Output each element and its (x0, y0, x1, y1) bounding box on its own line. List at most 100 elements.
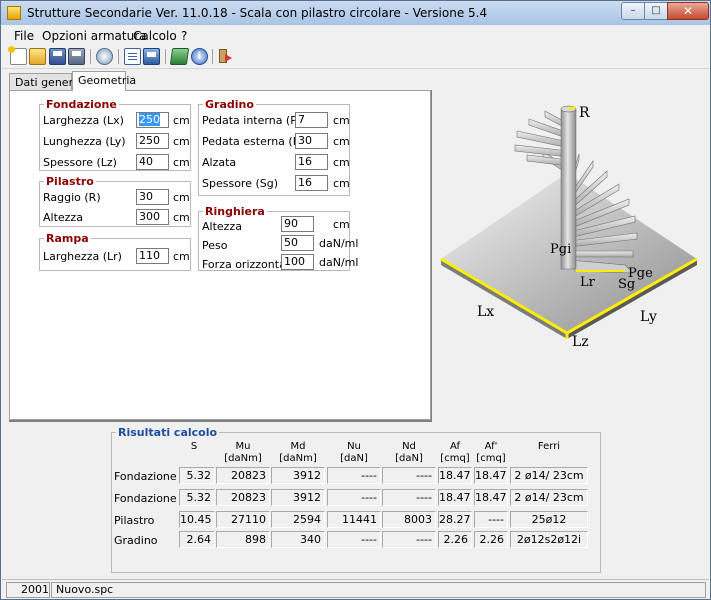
open-icon[interactable] (29, 48, 46, 65)
toolbar: i (2, 46, 709, 69)
close-button[interactable]: ✕ (667, 2, 709, 20)
result-cell: 8003 (382, 511, 436, 528)
pedata-esterna-field[interactable]: 30 (295, 133, 328, 149)
report-icon[interactable] (124, 48, 141, 65)
header-s: S (190, 441, 198, 452)
result-cell: 2 ø14/ 23cm (510, 467, 588, 484)
title-bar[interactable]: Strutture Secondarie Ver. 11.0.18 - Scal… (1, 1, 710, 25)
tab-dati-generali[interactable]: Dati generali (9, 73, 86, 91)
pedata-interna-field[interactable]: 7 (295, 112, 328, 128)
toolbar-separator (165, 49, 166, 64)
header-ferri: Ferri (537, 441, 561, 452)
spessore-sg-label: Spessore (Sg) (202, 177, 279, 190)
result-cell: 10.45 (179, 511, 215, 528)
larghezza-lr-field[interactable]: 110 (136, 248, 169, 264)
result-cell: 898 (216, 531, 270, 548)
panel-shadow (9, 420, 432, 422)
altezza-ringhiera-field[interactable]: 90 (281, 216, 314, 232)
altezza-pilastro-label: Altezza (43, 211, 83, 224)
toolbar-separator (212, 49, 213, 64)
print-preview-icon[interactable] (143, 48, 160, 65)
result-cell: ---- (382, 467, 436, 484)
label-r: R (579, 105, 590, 121)
book-icon[interactable] (169, 48, 190, 65)
spessore-lz-label: Spessore (Lz) (43, 156, 117, 169)
header-mu: Mu (235, 441, 251, 452)
larghezza-lx-field[interactable]: 250 (136, 112, 169, 128)
result-cell: ---- (327, 467, 381, 484)
altezza-ringhiera-label: Altezza (202, 220, 242, 233)
result-cell: 20823 (216, 489, 270, 506)
new-icon[interactable] (8, 46, 27, 65)
result-cell: 18.47 (438, 489, 472, 506)
status-filename: Nuovo.spc (51, 582, 706, 598)
status-bar: 2001 Nuovo.spc (2, 579, 709, 599)
window-title: Strutture Secondarie Ver. 11.0.18 - Scal… (27, 6, 488, 20)
app-window: Strutture Secondarie Ver. 11.0.18 - Scal… (0, 0, 711, 600)
label-lr: Lr (580, 275, 596, 290)
row-label-fondazione-x: Fondazione X (114, 470, 188, 483)
larghezza-lr-label: Larghezza (Lr) (43, 250, 122, 263)
result-cell: ---- (382, 531, 436, 548)
header-nu-unit: [daN] (340, 453, 368, 464)
app-icon (7, 6, 21, 20)
result-cell: 25ø12 (510, 511, 588, 528)
row-label-fondazione-y: Fondazione Y (114, 492, 187, 505)
label-sg: Sg (618, 277, 635, 292)
pilastro-title: Pilastro (44, 175, 96, 188)
fondazione-title: Fondazione (44, 98, 119, 111)
result-cell: 20823 (216, 467, 270, 484)
result-cell: 3912 (271, 489, 325, 506)
label-ly: Ly (640, 309, 657, 325)
result-cell: 18.47 (474, 489, 508, 506)
altezza-pilastro-field[interactable]: 300 (136, 209, 169, 225)
staircase-drawing: R Pgi Pge Lr Sg Lx Ly Lz (440, 105, 698, 350)
menu-bar: File Opzioni armatura Calcolo ? (2, 27, 709, 45)
raggio-r-unit: cm (173, 191, 190, 204)
lunghezza-ly-field[interactable]: 250 (136, 133, 169, 149)
maximize-button[interactable]: □ (644, 2, 668, 20)
alzata-unit: cm (333, 156, 350, 169)
spessore-lz-field[interactable]: 40 (136, 154, 169, 170)
row-label-gradino: Gradino (114, 534, 158, 547)
label-lx: Lx (477, 304, 494, 320)
raggio-r-field[interactable]: 30 (136, 189, 169, 205)
header-md: Md (290, 441, 306, 452)
result-cell: 2 ø14/ 23cm (510, 489, 588, 506)
rampa-title: Rampa (44, 232, 91, 245)
spessore-lz-unit: cm (173, 156, 190, 169)
raggio-r-label: Raggio (R) (43, 191, 101, 204)
menu-help[interactable]: ? (181, 29, 187, 43)
results-title: Risultati calcolo (116, 426, 220, 439)
label-pgi: Pgi (550, 242, 571, 257)
menu-calcolo[interactable]: Calcolo (133, 29, 177, 43)
save-as-icon[interactable] (68, 48, 85, 65)
spessore-sg-field[interactable]: 16 (295, 175, 328, 191)
toolbar-separator (90, 49, 91, 64)
spessore-sg-unit: cm (333, 177, 350, 190)
header-af: Af (449, 441, 460, 452)
header-af-unit: [cmq] (440, 453, 470, 464)
menu-file[interactable]: File (14, 29, 34, 43)
result-cell: 27110 (216, 511, 270, 528)
result-cell: ---- (327, 531, 381, 548)
header-af-prime: Af' (484, 441, 498, 452)
settings-icon[interactable] (96, 48, 113, 65)
save-icon[interactable] (49, 48, 66, 65)
altezza-ringhiera-unit: cm (333, 218, 350, 231)
exit-icon[interactable] (217, 48, 234, 65)
alzata-field[interactable]: 16 (295, 154, 328, 170)
menu-opzioni-armatura[interactable]: Opzioni armatura (42, 29, 147, 43)
altezza-pilastro-unit: cm (173, 211, 190, 224)
pedata-esterna-unit: cm (333, 135, 350, 148)
tab-geometria[interactable]: Geometria (72, 71, 136, 91)
info-icon[interactable]: i (191, 48, 208, 65)
peso-field[interactable]: 50 (281, 235, 314, 251)
result-cell: 5.32 (179, 489, 215, 506)
forza-orizzontale-field[interactable]: 100 (281, 254, 314, 270)
result-cell: ---- (382, 489, 436, 506)
result-cell: 28.27 (438, 511, 472, 528)
minimize-button[interactable]: – (621, 2, 645, 20)
toolbar-separator (118, 49, 119, 64)
result-cell: ---- (327, 489, 381, 506)
